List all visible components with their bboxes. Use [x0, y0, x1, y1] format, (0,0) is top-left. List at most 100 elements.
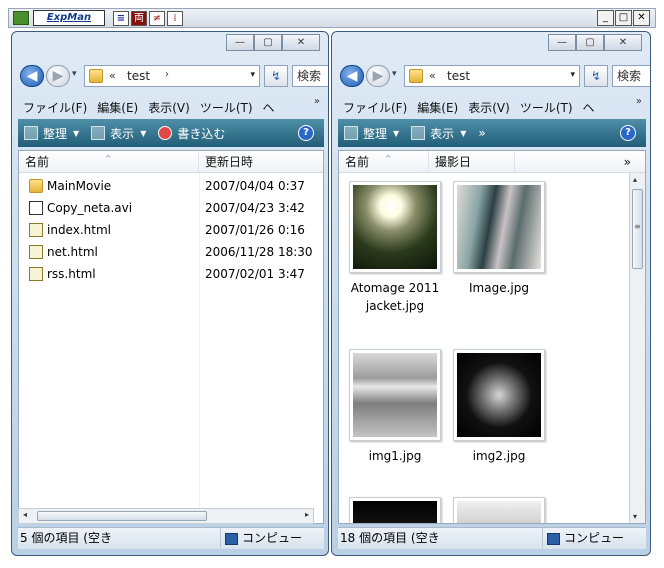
- organize-button[interactable]: 整理 ▼: [18, 125, 85, 142]
- column-name-header[interactable]: 名前 ^: [19, 151, 199, 173]
- file-row[interactable]: Copy_neta.avi 2007/04/23 3:42: [19, 197, 323, 219]
- menu-view[interactable]: 表示(V): [143, 99, 195, 116]
- maximize-button[interactable]: □: [615, 10, 632, 26]
- left-caption-buttons: — ▢ ✕: [226, 34, 320, 52]
- left-address-bar[interactable]: « test › ▾: [84, 65, 260, 87]
- thumbnail-label: img1.jpg: [368, 449, 422, 463]
- left-forward-button[interactable]: ▶: [46, 65, 70, 87]
- right-refresh-button[interactable]: ↯: [584, 65, 608, 87]
- breadcrumb-test[interactable]: test: [447, 69, 470, 83]
- left-horizontal-scrollbar[interactable]: ◂ ▸: [18, 508, 314, 524]
- right-maximize-button[interactable]: ▢: [576, 34, 604, 51]
- menu-file[interactable]: ファイル(F): [338, 99, 412, 116]
- scroll-right-icon[interactable]: ▸: [305, 510, 309, 519]
- right-vertical-scrollbar[interactable]: ▴ ≡ ▾: [629, 173, 645, 523]
- scroll-left-icon[interactable]: ◂: [23, 510, 27, 519]
- burn-label: 書き込む: [177, 126, 226, 141]
- thumbnail-label: img2.jpg: [472, 449, 526, 463]
- thumbnail-frame: [349, 181, 441, 273]
- menu-help[interactable]: ヘ: [258, 99, 280, 116]
- scroll-up-icon[interactable]: ▴: [633, 175, 637, 184]
- menu-edit[interactable]: 編集(E): [92, 99, 143, 116]
- view-button[interactable]: 表示 ▼: [85, 125, 152, 142]
- right-close-button[interactable]: ✕: [604, 34, 642, 51]
- right-back-button[interactable]: ◀: [340, 65, 364, 87]
- column-name-header[interactable]: 名前 ^: [339, 151, 429, 173]
- file-row[interactable]: index.html 2007/01/26 0:16: [19, 219, 323, 241]
- file-row[interactable]: net.html 2006/11/28 18:30: [19, 241, 323, 263]
- file-row[interactable]: MainMovie 2007/04/04 0:37: [19, 175, 323, 197]
- menu-tools[interactable]: ツール(T): [515, 99, 578, 116]
- right-forward-button[interactable]: ▶: [366, 65, 390, 87]
- menu-view[interactable]: 表示(V): [463, 99, 515, 116]
- expman-title-button[interactable]: ExpMan: [33, 10, 105, 26]
- organize-button[interactable]: 整理 ▼: [338, 125, 405, 142]
- html-file-icon: [29, 245, 43, 259]
- close-button[interactable]: ✕: [633, 10, 650, 26]
- html-file-icon: [29, 223, 43, 237]
- breadcrumb-chevron[interactable]: «: [429, 69, 436, 82]
- thumbnail-image: [353, 353, 437, 437]
- right-history-dropdown-icon[interactable]: ▾: [392, 69, 397, 79]
- video-file-icon: [29, 201, 43, 215]
- view-button[interactable]: 表示 ▼: [405, 125, 472, 142]
- thumbnail-image: [457, 501, 541, 523]
- view-label: 表示: [430, 126, 455, 141]
- left-column-headers: 名前 ^ 更新日時: [19, 151, 323, 173]
- burn-button[interactable]: 書き込む: [152, 125, 231, 142]
- file-date: 2007/01/26 0:16: [205, 223, 305, 237]
- left-minimize-button[interactable]: —: [226, 34, 254, 51]
- expman-app-icon[interactable]: [13, 11, 29, 25]
- folder-icon: [89, 69, 103, 83]
- right-status-bar: 18 個の項目 (空き コンピュー: [338, 527, 646, 549]
- thumbnail-image: [353, 501, 437, 523]
- menu-file[interactable]: ファイル(F): [18, 99, 92, 116]
- toolbar-list-icon[interactable]: ≡: [113, 11, 129, 26]
- view-dropdown-icon: ▼: [140, 128, 147, 138]
- minimize-button[interactable]: _: [597, 10, 614, 26]
- left-file-list: 名前 ^ 更新日時 MainMovie 2007/04/04 0:37 Copy…: [18, 150, 324, 524]
- thumbnail-image: [457, 185, 541, 269]
- scroll-down-icon[interactable]: ▾: [633, 512, 637, 521]
- right-search-input[interactable]: 検索: [612, 65, 650, 87]
- menu-more-chevron[interactable]: »: [636, 96, 642, 107]
- left-maximize-button[interactable]: ▢: [254, 34, 282, 51]
- address-dropdown-icon[interactable]: ▾: [250, 70, 255, 80]
- help-icon[interactable]: ?: [620, 125, 636, 141]
- thumbnail-frame: [453, 497, 545, 523]
- menu-help[interactable]: ヘ: [578, 99, 600, 116]
- left-address-row: ◀ ▶ ▾ « test › ▾ ↯ 検索: [18, 63, 328, 89]
- help-icon[interactable]: ?: [298, 125, 314, 141]
- toolbar-layout-icon[interactable]: ⁞: [167, 11, 183, 26]
- column-modified-header[interactable]: 更新日時: [199, 151, 323, 173]
- menu-tools[interactable]: ツール(T): [195, 99, 258, 116]
- menu-edit[interactable]: 編集(E): [412, 99, 463, 116]
- file-name: rss.html: [47, 267, 96, 281]
- column-more-header[interactable]: »: [515, 151, 645, 173]
- breadcrumb-test[interactable]: test: [127, 69, 150, 83]
- right-minimize-button[interactable]: —: [548, 34, 576, 51]
- left-status-bar: 5 個の項目 (空き コンピュー: [18, 527, 324, 549]
- right-address-bar[interactable]: « test ▾: [404, 65, 580, 87]
- item-count-status: 18 個の項目 (空き: [340, 531, 440, 545]
- breadcrumb-chevron[interactable]: «: [109, 69, 116, 82]
- breadcrumb-sub-arrow[interactable]: ›: [165, 69, 169, 80]
- thumbnail-frame: [349, 497, 441, 523]
- organize-label: 整理: [43, 126, 68, 141]
- column-date-taken-header[interactable]: 撮影日: [429, 151, 515, 173]
- left-refresh-button[interactable]: ↯: [264, 65, 288, 87]
- left-back-button[interactable]: ◀: [20, 65, 44, 87]
- toolbar-split-icon[interactable]: ≠: [149, 11, 165, 26]
- left-close-button[interactable]: ✕: [282, 34, 320, 51]
- vertical-scroll-thumb[interactable]: ≡: [632, 189, 643, 269]
- file-row[interactable]: rss.html 2007/02/01 3:47: [19, 263, 323, 285]
- toolbar-dual-pane-icon[interactable]: 両: [131, 11, 147, 26]
- expman-title-bar: ExpMan ≡ 両 ≠ ⁞ _ □ ✕: [8, 8, 656, 28]
- location-status: コンピュー: [542, 528, 624, 548]
- horizontal-scroll-thumb[interactable]: [37, 511, 207, 521]
- more-commands-button[interactable]: »: [472, 126, 491, 140]
- address-dropdown-icon[interactable]: ▾: [570, 70, 575, 80]
- menu-more-chevron[interactable]: »: [314, 96, 320, 107]
- left-search-input[interactable]: 検索: [292, 65, 328, 87]
- left-history-dropdown-icon[interactable]: ▾: [72, 69, 77, 79]
